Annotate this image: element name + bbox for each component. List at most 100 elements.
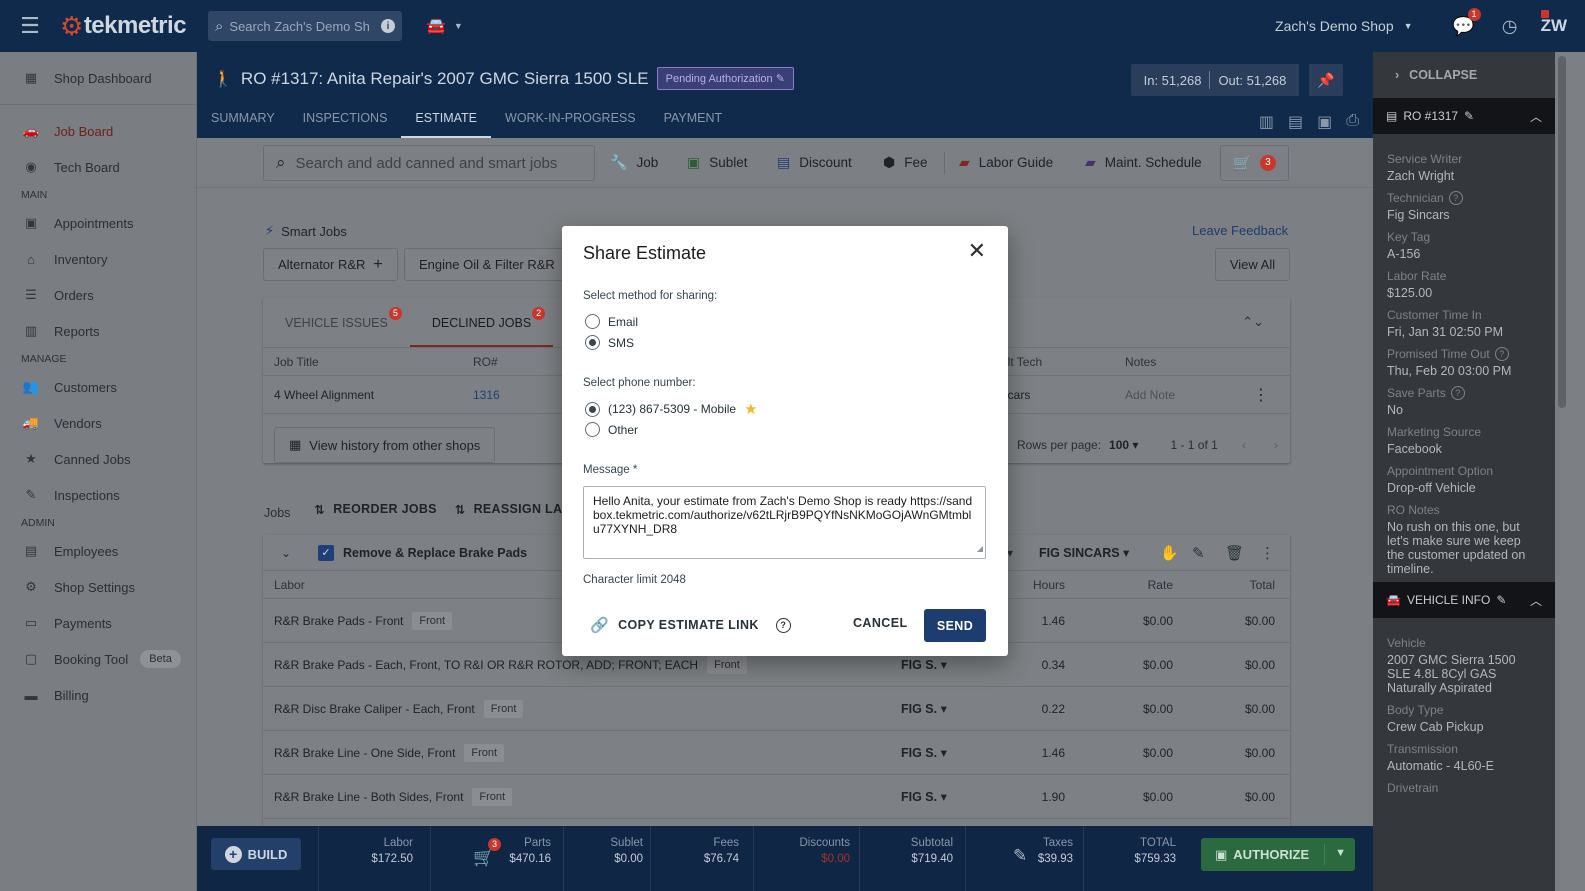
collapse-icon[interactable]: ⌃⌄ [1242, 314, 1264, 330]
more-vert-icon[interactable]: ⋮ [1253, 385, 1269, 405]
more-vert-icon[interactable]: ⋮ [1260, 544, 1275, 562]
job-checkbox[interactable]: ✓ [318, 544, 334, 561]
radio-button[interactable] [585, 422, 600, 437]
sidebar-item-booking-tool[interactable]: ▢ Booking Tool Beta [0, 641, 196, 677]
messages-icon[interactable]: 💬 1 [1441, 7, 1487, 37]
labor-row[interactable]: R&R Disc Brake Caliper - Each, Front Fron… [263, 687, 1290, 731]
smart-job-chip[interactable]: Engine Oil & Filter R&R+ [404, 248, 574, 281]
sidebar-item-appointments[interactable]: ▣ Appointments [0, 205, 196, 241]
smart-job-chip[interactable]: Alternator R&R + [263, 248, 398, 281]
message-textarea[interactable]: Hello Anita, your estimate from Zach's D… [583, 486, 986, 559]
sidebar-item-tech-board[interactable]: ◉ Tech Board [0, 149, 196, 185]
tech-assign-icon[interactable]: ✋ [1160, 544, 1179, 562]
trash-icon[interactable]: 🗑 [1225, 544, 1244, 562]
tekmetric-logo[interactable]: ⚙ tekmetric [60, 0, 206, 52]
send-button[interactable]: SEND [924, 609, 986, 642]
labor-row[interactable]: R&R Brake Line - Both Sides, Front Front … [263, 775, 1290, 819]
chevron-left-icon[interactable]: ‹ [1242, 438, 1246, 452]
radio-sms[interactable]: SMS [585, 335, 634, 350]
sidebar-item-inventory[interactable]: ⌂ Inventory [0, 241, 196, 277]
add-note-link[interactable]: Add Note [1125, 388, 1175, 402]
cancel-button[interactable]: CANCEL [853, 616, 907, 630]
close-icon[interactable]: ✕ [968, 238, 986, 264]
resize-handle-icon[interactable]: ◢ [977, 542, 983, 556]
chevron-down-icon[interactable]: ▼ [1335, 847, 1346, 859]
maint-schedule-button[interactable]: ▰ Maint. Schedule [1085, 154, 1202, 171]
view-all-button[interactable]: View All [1215, 248, 1290, 281]
sidebar-item-reports[interactable]: ▥ Reports [0, 313, 196, 349]
build-button[interactable]: + BUILD [211, 838, 301, 870]
global-search-input[interactable]: ⌕ Search Zach's Demo Shop i [208, 11, 402, 41]
user-avatar[interactable]: ZW [1540, 10, 1567, 36]
add-fee-button[interactable]: ⬢ Fee [883, 154, 928, 171]
sidebar-item-orders[interactable]: ☰ Orders [0, 277, 196, 313]
radio-button[interactable] [585, 401, 600, 417]
help-icon[interactable]: ? [1494, 347, 1509, 361]
labor-tech-select[interactable]: FIG S. ▾ [901, 745, 947, 760]
sidebar-item-job-board[interactable]: 🚗 Job Board [0, 113, 196, 149]
edit-icon[interactable]: ✎ [1192, 544, 1205, 562]
edit-icon[interactable]: ✎ [1464, 109, 1474, 123]
page-scrollbar[interactable] [1555, 52, 1585, 891]
sidebar-item-shop-settings[interactable]: ⚙ Shop Settings [0, 569, 196, 605]
radio-phone-other[interactable]: Other [585, 422, 638, 437]
radio-button[interactable] [585, 314, 600, 329]
menu-icon[interactable]: ☰ [0, 0, 60, 52]
chevron-right-icon[interactable]: › [1274, 438, 1278, 452]
chat-icon[interactable]: ▤ [1288, 112, 1303, 132]
help-icon[interactable]: ? [1450, 386, 1465, 400]
job-tech-select[interactable]: FIG SINCARS ▾ [1039, 545, 1129, 560]
radio-phone-mobile[interactable]: (123) 867-5309 - Mobile ★ [585, 400, 758, 418]
labor-guide-button[interactable]: ▰ Labor Guide [959, 154, 1053, 171]
clock-icon[interactable]: ◷ [1487, 16, 1533, 37]
pin-icon[interactable]: 📌 [1309, 64, 1343, 96]
edit-icon[interactable]: ✎ [1496, 593, 1506, 607]
add-sublet-button[interactable]: ▣ Sublet [687, 154, 748, 171]
tab-payment[interactable]: PAYMENT [650, 108, 737, 138]
share-screen-icon[interactable]: ▣ [1317, 112, 1332, 132]
sidebar-item-inspections[interactable]: ✎ Inspections [0, 477, 196, 513]
tab-summary[interactable]: SUMMARY [197, 108, 289, 138]
mileage-box[interactable]: In: 51,268 Out: 51,268 [1131, 64, 1299, 96]
labor-tech-select[interactable]: FIG S. ▾ [901, 657, 947, 672]
print-icon[interactable]: ⎙ [1346, 112, 1359, 132]
rows-per-page-select[interactable]: 100 ▾ [1109, 438, 1138, 452]
tab-vehicle-issues[interactable]: VEHICLE ISSUES 5 [263, 298, 410, 347]
ro-link[interactable]: 1316 [473, 388, 500, 402]
vehicle-section-header[interactable]: 🚘 VEHICLE INFO ✎ ︿ [1373, 582, 1555, 618]
help-icon[interactable]: ? [1448, 191, 1463, 205]
copy-estimate-link-button[interactable]: 🔗 COPY ESTIMATE LINK? [590, 616, 791, 634]
job-search-input[interactable]: ⌕ Search and add canned and smart jobs [263, 145, 595, 181]
add-job-button[interactable]: 🔧 Job [610, 154, 658, 171]
collapse-button[interactable]: › COLLAPSE [1373, 52, 1555, 98]
sidebar-item-employees[interactable]: ▤ Employees [0, 533, 196, 569]
ro-section-header[interactable]: ▤ RO #1317 ✎ ︿ [1373, 98, 1555, 134]
tab-estimate[interactable]: ESTIMATE [401, 108, 492, 138]
tab-inspections[interactable]: INSPECTIONS [289, 108, 402, 138]
labor-tech-select[interactable]: FIG S. ▾ [901, 789, 947, 804]
tab-declined-jobs[interactable]: DECLINED JOBS 2 [409, 298, 554, 347]
reorder-jobs-button[interactable]: ⇅ REORDER JOBS [314, 502, 436, 517]
add-discount-button[interactable]: ▤ Discount [777, 154, 852, 171]
sidebar-item-vendors[interactable]: 🚚 Vendors [0, 405, 196, 441]
help-icon[interactable]: ? [775, 617, 791, 633]
sidebar-item-canned-jobs[interactable]: ★ Canned Jobs [0, 441, 196, 477]
view-history-button[interactable]: ▦ View history from other shops [274, 427, 496, 463]
scrollbar-thumb[interactable] [1558, 56, 1566, 408]
sidebar-item-shop-dashboard[interactable]: ▦ Shop Dashboard [0, 60, 196, 96]
leave-feedback-link[interactable]: Leave Feedback [1192, 223, 1288, 238]
sidebar-item-billing[interactable]: ▬ Billing [0, 677, 196, 713]
shop-selector[interactable]: Zach's Demo Shop ▼ [1275, 18, 1413, 34]
chart-icon[interactable]: ▥ [1259, 112, 1274, 132]
authorize-button[interactable]: ▣ AUTHORIZE ▼ [1201, 838, 1355, 871]
vehicle-menu[interactable]: 🚘 ▼ [426, 16, 463, 36]
sidebar-item-payments[interactable]: ▭ Payments [0, 605, 196, 641]
radio-button[interactable] [585, 335, 600, 350]
info-icon[interactable]: i [381, 19, 395, 33]
sidebar-item-customers[interactable]: 👥 Customers [0, 369, 196, 405]
tab-work-in-progress[interactable]: WORK-IN-PROGRESS [491, 108, 650, 138]
chevron-down-icon[interactable]: ⌄ [281, 546, 291, 560]
labor-tech-select[interactable]: FIG S. ▾ [901, 701, 947, 716]
radio-email[interactable]: Email [585, 314, 638, 329]
cart-button[interactable]: 🛒 3 [1220, 145, 1289, 181]
